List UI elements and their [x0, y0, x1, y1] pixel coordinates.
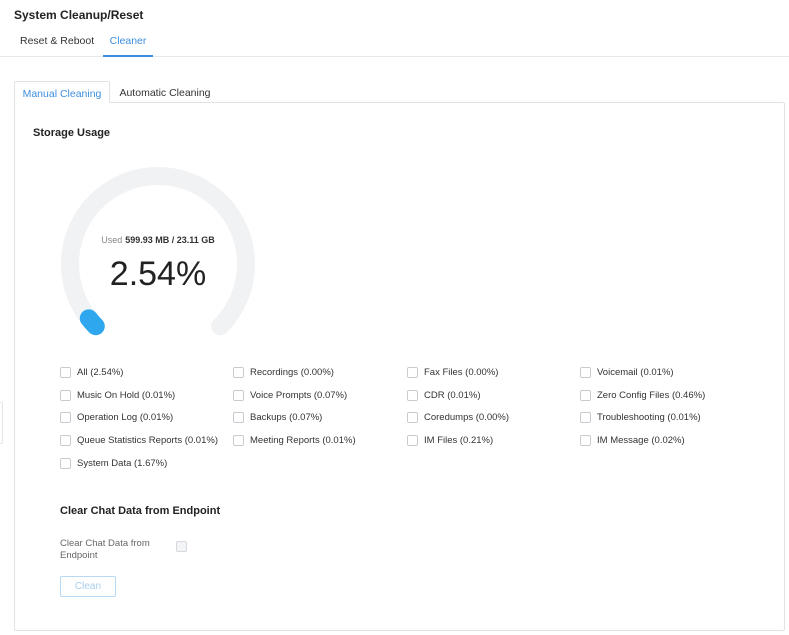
- gauge-fill: [79, 309, 105, 336]
- checkbox-operation-log[interactable]: Operation Log (0.01%): [60, 410, 173, 424]
- tab-cleaner[interactable]: Cleaner: [103, 35, 153, 57]
- storage-usage-title: Storage Usage: [33, 127, 111, 139]
- used-value: 599.93 MB / 23.11 GB: [125, 235, 215, 245]
- top-tab-bar: Reset & Reboot Cleaner: [0, 31, 789, 57]
- tab-manual-cleaning[interactable]: Manual Cleaning: [14, 81, 110, 103]
- storage-used-line: Used 599.93 MB / 23.11 GB: [52, 235, 264, 245]
- checkbox-label: Voicemail (0.01%): [597, 366, 674, 378]
- checkbox-box[interactable]: [233, 411, 244, 423]
- checkbox-system-data[interactable]: System Data (1.67%): [60, 456, 167, 470]
- checkbox-box[interactable]: [60, 366, 71, 378]
- checkbox-im-files[interactable]: IM Files (0.21%): [407, 433, 493, 447]
- checkbox-label: IM Files (0.21%): [424, 434, 494, 446]
- checkbox-label: Music On Hold (0.01%): [77, 389, 176, 401]
- checkbox-box[interactable]: [580, 434, 591, 446]
- checkbox-label: All (2.54%): [77, 366, 124, 378]
- checkbox-cdr[interactable]: CDR (0.01%): [407, 388, 481, 402]
- checkbox-backups[interactable]: Backups (0.07%): [233, 410, 322, 424]
- checkbox-im-message[interactable]: IM Message (0.02%): [580, 433, 685, 447]
- checkbox-music-on-hold[interactable]: Music On Hold (0.01%): [60, 388, 175, 402]
- clear-chat-field-label: Clear Chat Data from Endpoint: [60, 538, 150, 561]
- clean-button[interactable]: Clean: [60, 576, 116, 597]
- checkbox-box[interactable]: [60, 411, 71, 423]
- checkbox-box[interactable]: [407, 389, 418, 401]
- storage-gauge: Used 599.93 MB / 23.11 GB 2.54%: [52, 160, 264, 350]
- gauge-track: [61, 167, 255, 336]
- checkbox-box[interactable]: [407, 411, 418, 423]
- checkbox-label: CDR (0.01%): [424, 389, 481, 401]
- checkbox-voicemail[interactable]: Voicemail (0.01%): [580, 365, 674, 379]
- checkbox-coredumps[interactable]: Coredumps (0.00%): [407, 410, 509, 424]
- checkbox-label: Coredumps (0.00%): [424, 411, 510, 423]
- checkbox-box[interactable]: [580, 411, 591, 423]
- checkbox-troubleshooting[interactable]: Troubleshooting (0.01%): [580, 410, 701, 424]
- checkbox-box[interactable]: [60, 389, 71, 401]
- page-title: System Cleanup/Reset: [14, 8, 144, 22]
- checkbox-label: Zero Config Files (0.46%): [597, 389, 706, 401]
- tab-reset-reboot[interactable]: Reset & Reboot: [20, 35, 94, 57]
- checkbox-zero-config-files[interactable]: Zero Config Files (0.46%): [580, 388, 705, 402]
- checkbox-label: Fax Files (0.00%): [424, 366, 499, 378]
- checkbox-label: Troubleshooting (0.01%): [597, 411, 701, 423]
- checkbox-label: Recordings (0.00%): [250, 366, 334, 378]
- checkbox-meeting-reports[interactable]: Meeting Reports (0.01%): [233, 433, 356, 447]
- checkbox-box[interactable]: [580, 389, 591, 401]
- checkbox-queue-statistics-reports[interactable]: Queue Statistics Reports (0.01%): [60, 433, 218, 447]
- clear-chat-checkbox[interactable]: [176, 541, 187, 552]
- checkbox-fax-files[interactable]: Fax Files (0.00%): [407, 365, 498, 379]
- checkbox-box[interactable]: [60, 434, 71, 446]
- checkbox-box[interactable]: [407, 434, 418, 446]
- checkbox-label: Queue Statistics Reports (0.01%): [77, 434, 218, 446]
- checkbox-label: Voice Prompts (0.07%): [250, 389, 348, 401]
- checkbox-box[interactable]: [60, 457, 71, 469]
- side-handle[interactable]: [0, 402, 3, 444]
- clear-chat-title: Clear Chat Data from Endpoint: [60, 505, 221, 517]
- checkbox-recordings[interactable]: Recordings (0.00%): [233, 365, 334, 379]
- checkbox-box[interactable]: [233, 434, 244, 446]
- checkbox-box[interactable]: [233, 366, 244, 378]
- storage-percent: 2.54%: [109, 255, 207, 293]
- checkbox-voice-prompts[interactable]: Voice Prompts (0.07%): [233, 388, 347, 402]
- checkbox-label: Operation Log (0.01%): [77, 411, 174, 423]
- tab-automatic-cleaning[interactable]: Automatic Cleaning: [110, 81, 220, 103]
- checkbox-label: Backups (0.07%): [250, 411, 323, 423]
- checkbox-label: Meeting Reports (0.01%): [250, 434, 356, 446]
- checkbox-all[interactable]: All (2.54%): [60, 365, 123, 379]
- checkbox-box[interactable]: [580, 366, 591, 378]
- checkbox-label: System Data (1.67%): [77, 457, 168, 469]
- checkbox-box[interactable]: [407, 366, 418, 378]
- checkbox-label: IM Message (0.02%): [597, 434, 685, 446]
- checkbox-box[interactable]: [233, 389, 244, 401]
- used-label: Used: [101, 235, 123, 245]
